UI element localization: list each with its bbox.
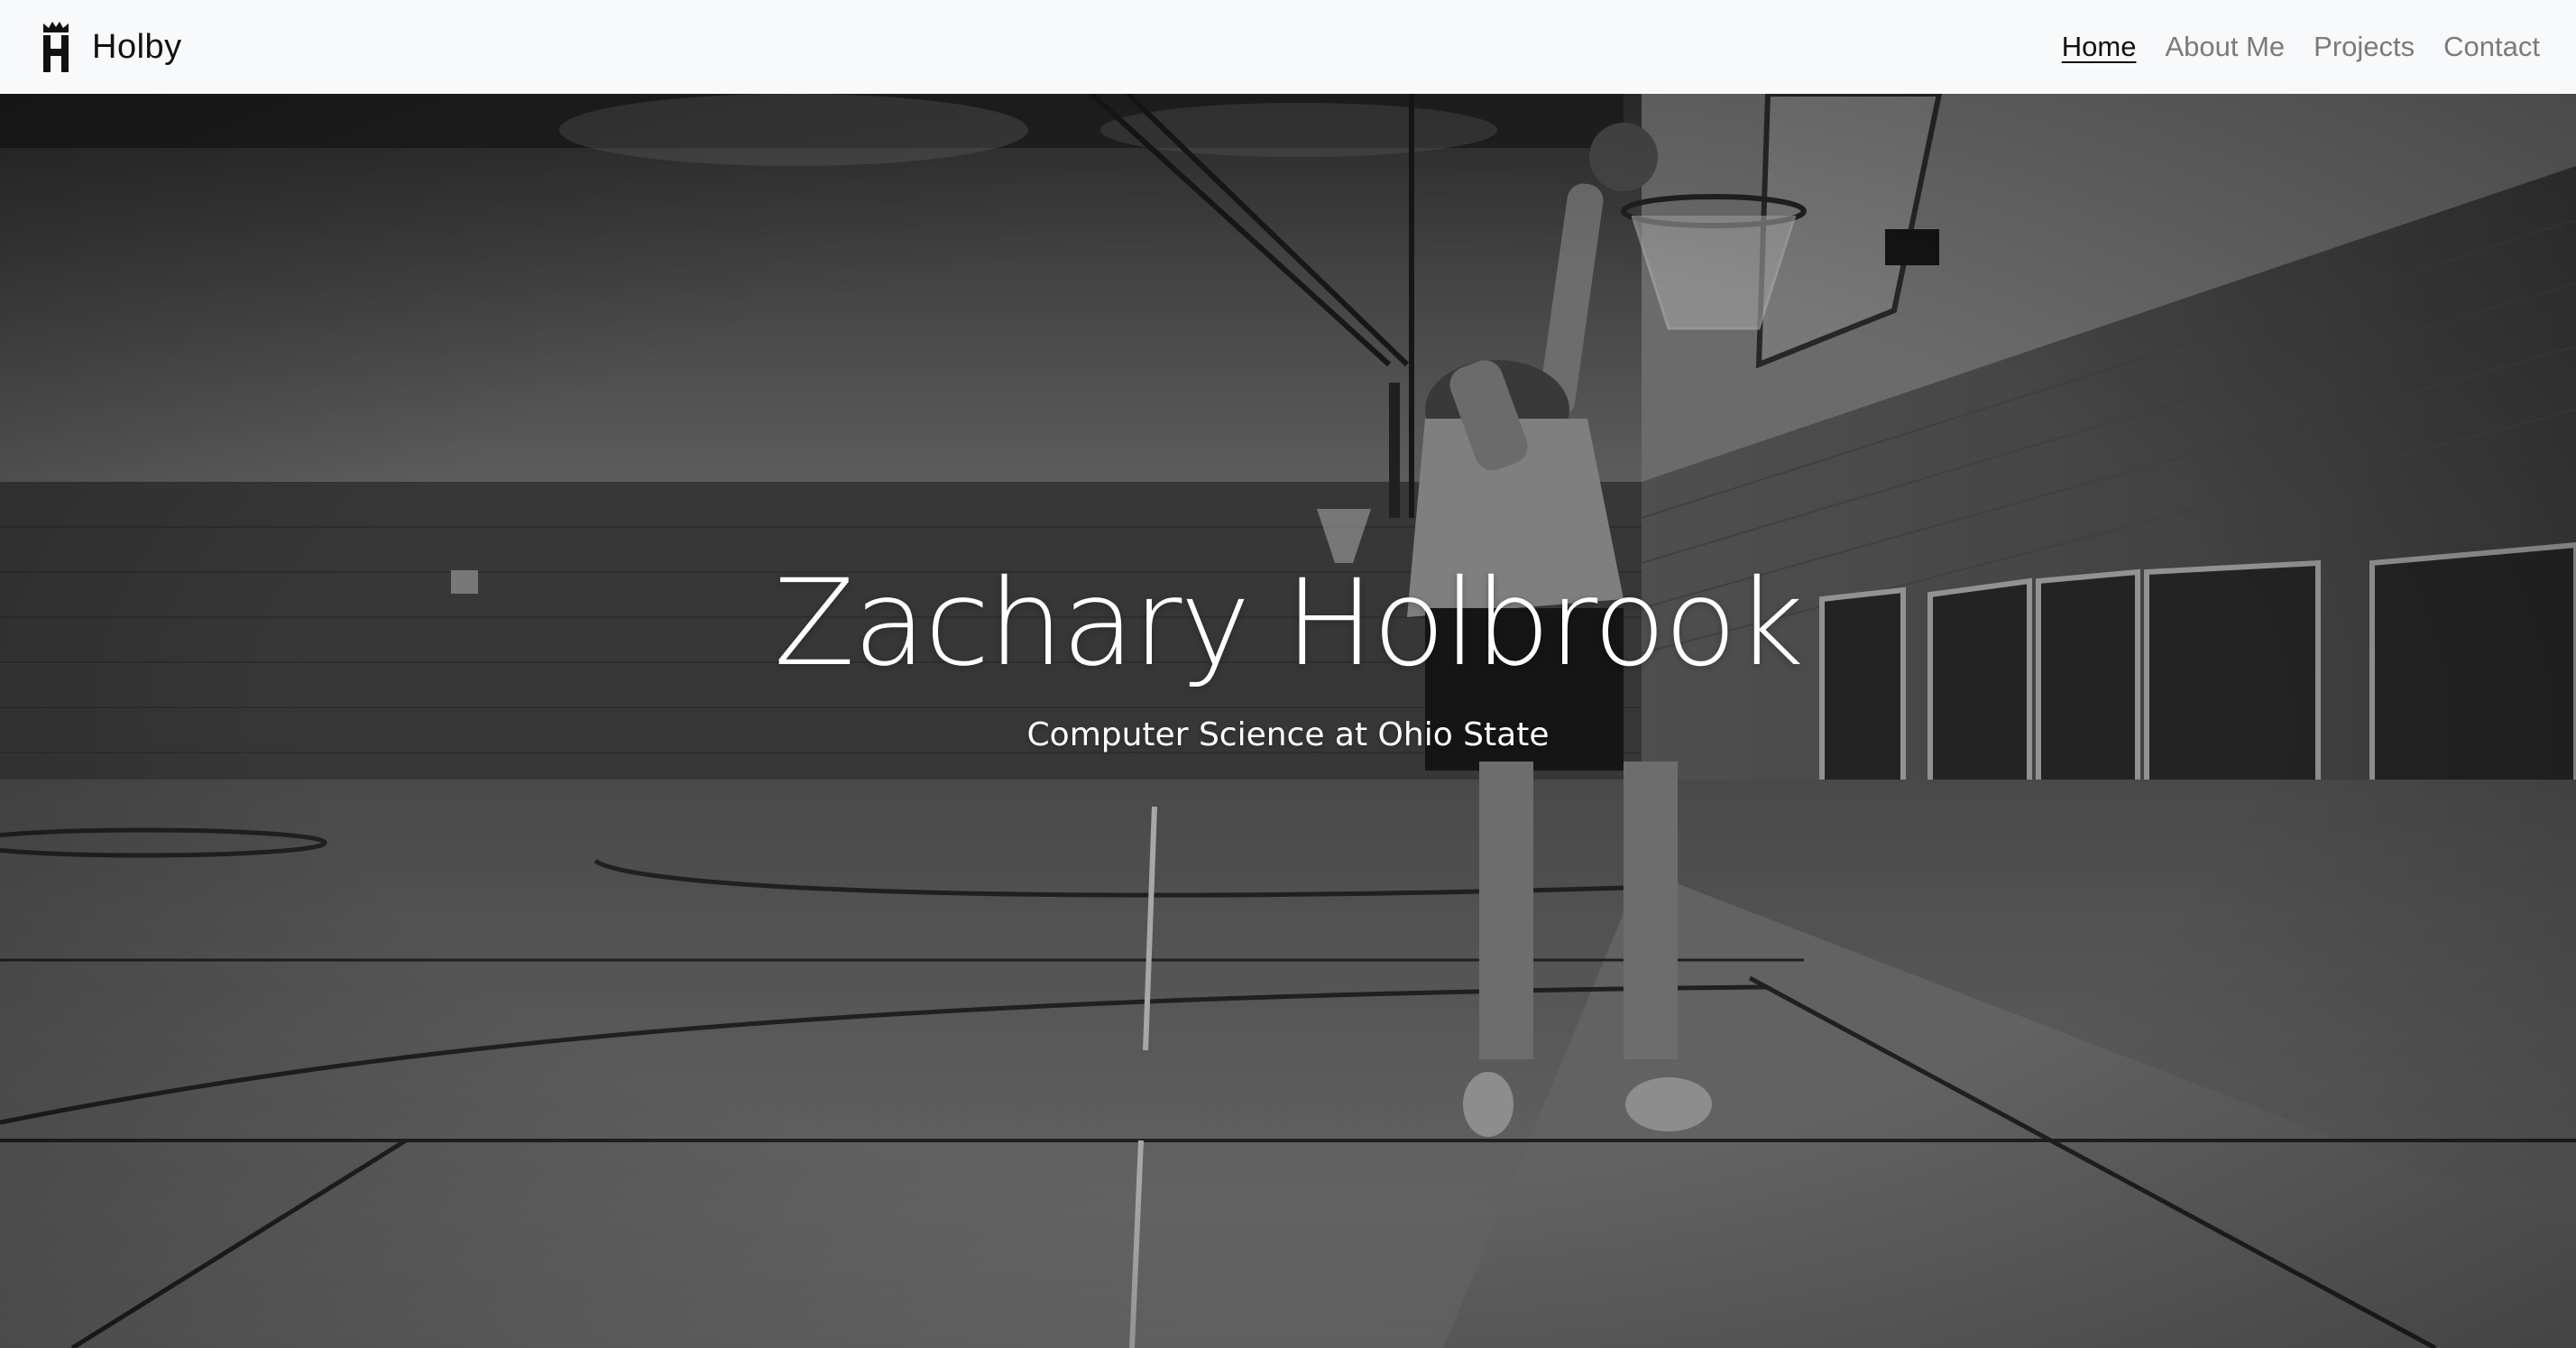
hero-section: Zachary Holbrook Computer Science at Ohi… <box>0 94 2576 1348</box>
nav-link-home[interactable]: Home <box>2062 27 2137 67</box>
navbar: Holby Home About Me Projects Contact <box>0 0 2576 94</box>
brand-link[interactable]: Holby <box>40 20 182 74</box>
hero-background-image <box>0 94 2576 1348</box>
main-nav: Home About Me Projects Contact <box>2062 27 2540 67</box>
nav-link-projects[interactable]: Projects <box>2314 27 2415 67</box>
brand-name: Holby <box>92 27 182 66</box>
nav-link-about-me[interactable]: About Me <box>2165 27 2285 67</box>
nav-link-contact[interactable]: Contact <box>2443 27 2540 67</box>
crown-h-logo-icon <box>43 22 69 72</box>
